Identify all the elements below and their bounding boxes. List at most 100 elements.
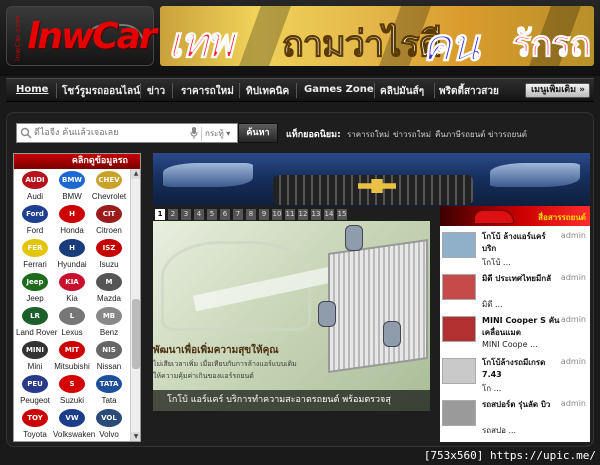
nav-clips[interactable]: คลิปมันส์ๆ <box>380 84 424 99</box>
brand-logo-icon: Ford <box>22 205 48 223</box>
nav-new-car-prices[interactable]: ราคารถใหม่ <box>181 84 234 99</box>
brand-logo-icon: H <box>59 205 85 223</box>
scroll-down-icon[interactable]: ▼ <box>131 432 140 441</box>
brand-name: Land Rover <box>16 328 58 337</box>
nav-tips[interactable]: ทิปเทคนิค <box>246 84 289 99</box>
nav-news[interactable]: ข่าว <box>147 84 165 99</box>
brand-logo-icon: S <box>59 375 85 393</box>
brand-logo-icon: M <box>96 273 122 291</box>
slider-page-10[interactable]: 10 <box>272 209 282 220</box>
microphone-icon[interactable] <box>190 127 198 139</box>
nav-showroom[interactable]: โชว์รูมรถออนไลน์ <box>62 84 140 99</box>
popular-tag-link[interactable]: ราคารถใหม่ <box>347 128 389 141</box>
brand-toyota[interactable]: TOY Toyota <box>16 409 54 441</box>
brand-logo-icon: L <box>59 307 85 325</box>
brand-logo-icon: VW <box>59 409 85 427</box>
headlight-left <box>163 163 253 187</box>
slide-robot <box>383 321 401 347</box>
list-item[interactable]: โกโบ้ ล้างแอร์แคร์ บริก admin โกโบ้ ... <box>440 228 590 274</box>
article-author: admin <box>560 357 586 366</box>
slide-headline: พัฒนาเพื่อเพิ่มความสุขให้คุณ <box>153 345 279 356</box>
site-header: lnwCar.com lnwCar เทพ ถามว่าไรดี คน รักร… <box>0 0 600 76</box>
slider-page-14[interactable]: 14 <box>324 209 334 220</box>
article-title[interactable]: โกโบ้ล้างรถมีเกรด 7.43 <box>482 357 560 381</box>
brand-logo-icon: KIA <box>59 273 85 291</box>
list-item[interactable]: โกโบ้ล้างรถมีเกรด 7.43 admin โก ... <box>440 354 590 400</box>
brand-name: Ferrari <box>23 260 47 269</box>
list-item[interactable]: รถสปอร์ต รุ่นลัด บิว admin รถสปอ ... <box>440 396 590 442</box>
brand-name: Mini <box>27 362 43 371</box>
site-logo[interactable]: lnwCar.com lnwCar <box>6 6 157 66</box>
search-button[interactable]: ค้นหา <box>238 123 278 143</box>
slider-page-7[interactable]: 7 <box>233 209 243 220</box>
article-author: admin <box>560 399 586 408</box>
brand-volvo[interactable]: VOL Volvo <box>90 409 128 441</box>
article-thumbnail[interactable] <box>442 274 476 300</box>
hero-car-banner[interactable] <box>153 153 590 206</box>
slide-body-line: ให้ความคุ้มค่าเกินของแอร์รถยนต์ <box>153 372 254 380</box>
more-menu-button[interactable]: เมนูเพิ่มเติม » <box>525 83 590 98</box>
slider-page-12[interactable]: 12 <box>298 209 308 220</box>
slider-page-13[interactable]: 13 <box>311 209 321 220</box>
slider-page-11[interactable]: 11 <box>285 209 295 220</box>
scroll-up-icon[interactable]: ▲ <box>131 169 140 179</box>
popular-tags-label: แท็กยอดนิยม: <box>286 130 341 140</box>
slider-page-2[interactable]: 2 <box>168 209 178 220</box>
article-title[interactable]: โกโบ้ ล้างแอร์แคร์ บริก <box>482 231 560 255</box>
brand-scrollbar[interactable]: ▲ ▼ <box>130 169 140 441</box>
slider-page-8[interactable]: 8 <box>246 209 256 220</box>
popular-tag-link[interactable]: ข่าวรถยนต์ <box>488 128 527 141</box>
article-title[interactable]: รถสปอร์ต รุ่นลัด บิว <box>482 399 560 411</box>
popular-tag-link[interactable]: คืนภาษีรถยนต์ <box>435 128 485 141</box>
brand-logo-icon: CIT <box>96 205 122 223</box>
brand-name: Ford <box>26 226 44 235</box>
popular-tag-link[interactable]: ข่าวรถใหม่ <box>393 128 431 141</box>
article-thumbnail[interactable] <box>442 232 476 258</box>
nav-separator <box>172 83 173 98</box>
slider-page-1[interactable]: 1 <box>155 209 165 220</box>
brand-logo-icon: TOY <box>22 409 48 427</box>
brand-name: Peugeot <box>20 396 50 405</box>
slider-page-15[interactable]: 15 <box>337 209 347 220</box>
logo-side-text: lnwCar.com <box>14 15 22 61</box>
header-banner[interactable]: เทพ ถามว่าไรดี คน รักรถ <box>160 6 594 66</box>
scroll-thumb[interactable] <box>132 299 140 369</box>
slider-page-5[interactable]: 5 <box>207 209 217 220</box>
slider-page-9[interactable]: 9 <box>259 209 269 220</box>
brand-logo-icon: TATA <box>96 375 122 393</box>
brand-name: Lexus <box>61 328 83 337</box>
slide-image[interactable]: พัฒนาเพื่อเพิ่มความสุขให้คุณ ไม่เสียเวลา… <box>153 221 430 411</box>
nav-separator <box>296 83 297 98</box>
brand-name: Mazda <box>96 294 121 303</box>
slider-page-4[interactable]: 4 <box>194 209 204 220</box>
banner-text-4: รักรถ <box>511 24 591 66</box>
brand-sidebar: คลิกดูข้อมูลรถ AUDI Audi BMW BMW CHEV Chevrol… <box>13 153 141 442</box>
article-thumbnail[interactable] <box>442 316 476 342</box>
article-thumbnail[interactable] <box>442 400 476 426</box>
brand-name: Jeep <box>26 294 44 303</box>
brand-name: Toyota <box>23 430 47 439</box>
search-input[interactable] <box>34 125 184 141</box>
main-nav: Home โชว์รูมรถออนไลน์ ข่าว ราคารถใหม่ ทิ… <box>6 78 594 102</box>
list-item[interactable]: มิดี ประเทศไทยมีกลั admin มิดี ... <box>440 270 590 316</box>
brand-name: Nissan <box>96 362 122 371</box>
search-scope-select[interactable]: กระทู้ ▾ <box>201 127 241 141</box>
slider-page-6[interactable]: 6 <box>220 209 230 220</box>
list-item[interactable]: MINI Cooper S คันเคลื่อนแมต admin MINI Coo… <box>440 312 590 358</box>
brand-name: Volvo <box>99 430 119 439</box>
article-thumbnail[interactable] <box>442 358 476 384</box>
article-excerpt: โกโบ้ ... <box>482 258 511 267</box>
nav-separator <box>140 83 141 98</box>
article-author: admin <box>560 315 586 324</box>
nav-home[interactable]: Home <box>16 84 48 95</box>
nav-games-zone[interactable]: Games Zone <box>304 84 374 95</box>
brand-volkswaken[interactable]: VW Volkswaken <box>53 409 95 441</box>
article-title[interactable]: มิดี ประเทศไทยมีกลั <box>482 273 560 285</box>
brand-logo-icon: PEU <box>22 375 48 393</box>
article-title[interactable]: MINI Cooper S คันเคลื่อนแมต <box>482 315 560 339</box>
slide-caption[interactable]: โกโบ้ แอร์แคร์ บริการทำความสะอาดรถยนต์ พ… <box>153 390 430 411</box>
slider-page-3[interactable]: 3 <box>181 209 191 220</box>
nav-pretty[interactable]: พริตตี้สาวสวย <box>439 84 499 99</box>
brand-logo-icon: H <box>59 239 85 257</box>
article-list: สื่อสารรถยนต์ โกโบ้ ล้างแอร์แคร์ บริก adm… <box>440 206 590 442</box>
